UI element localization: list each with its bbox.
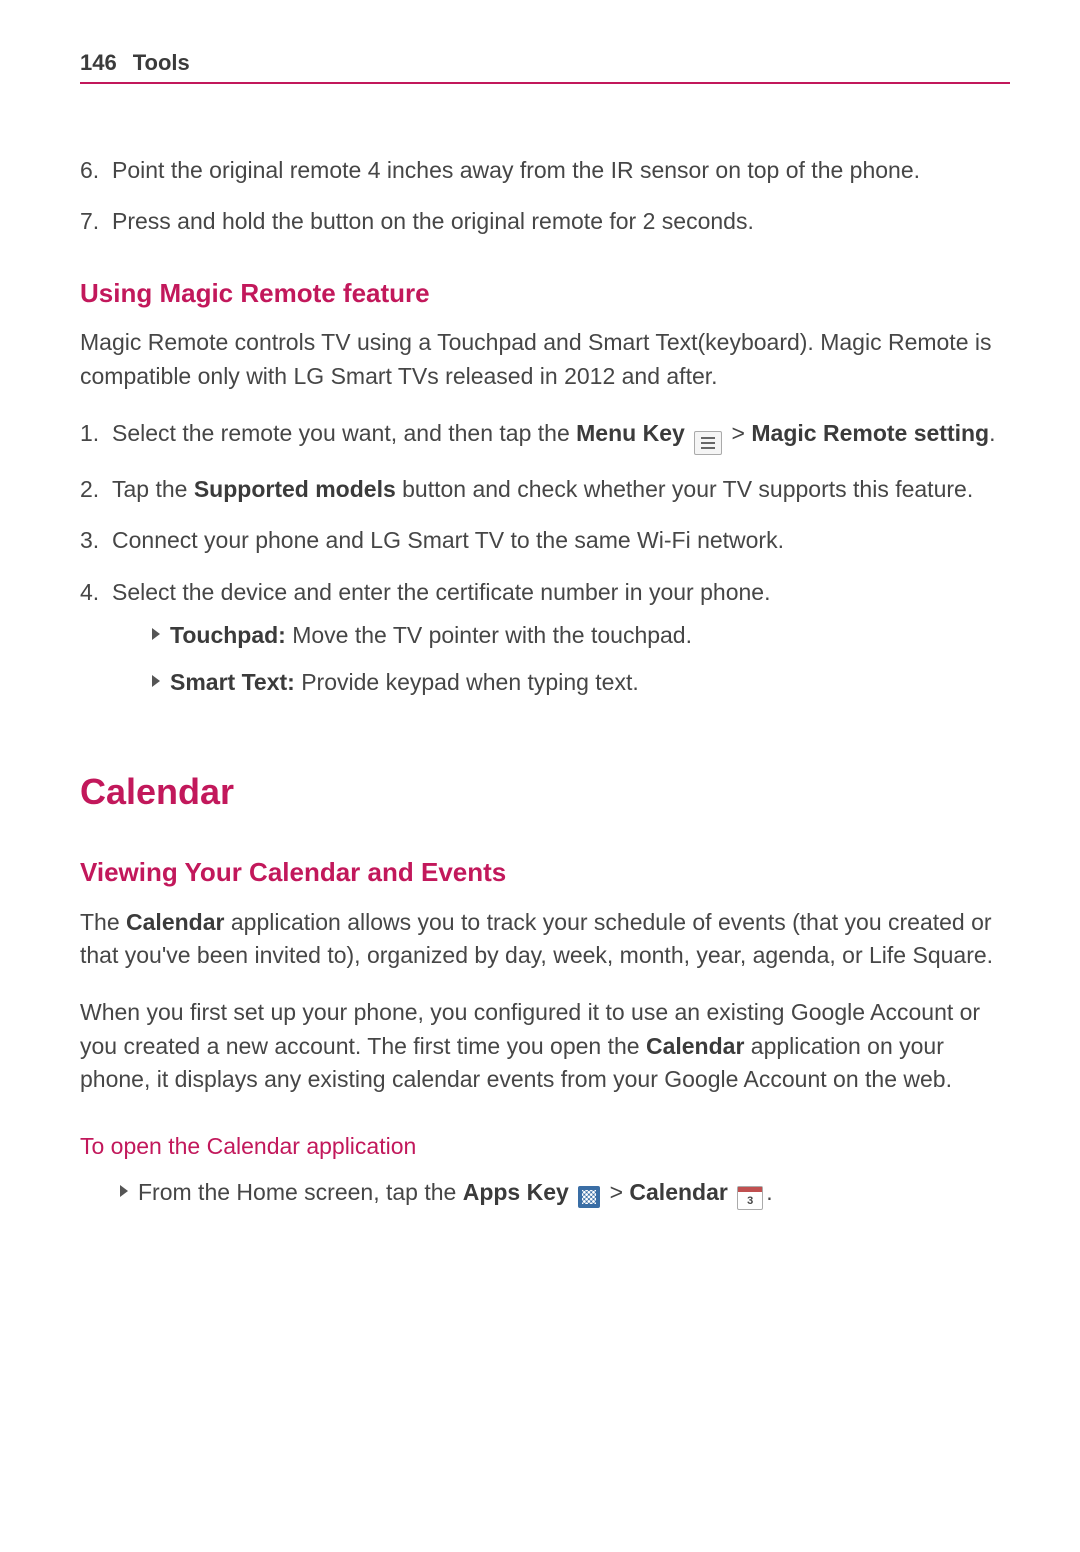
step-text: Connect your phone and LG Smart TV to th… [112, 524, 784, 557]
smart-text-label: Smart Text: [170, 669, 295, 695]
magic-step-3: 3. Connect your phone and LG Smart TV to… [80, 524, 1010, 557]
heading-open-calendar: To open the Calendar application [80, 1130, 1010, 1163]
step-number: 6. [80, 154, 112, 187]
page-number: 146 [80, 50, 117, 76]
menu-key-label: Menu Key [576, 420, 685, 446]
step-number: 4. [80, 576, 112, 714]
magic-intro: Magic Remote controls TV using a Touchpa… [80, 326, 1010, 393]
step-number: 3. [80, 524, 112, 557]
step-6: 6. Point the original remote 4 inches aw… [80, 154, 1010, 187]
supported-models-label: Supported models [194, 476, 396, 502]
magic-step-4: 4. Select the device and enter the certi… [80, 576, 1010, 714]
calendar-p2: When you first set up your phone, you co… [80, 996, 1010, 1096]
step-text: Select the device and enter the certific… [112, 576, 1010, 714]
magic-steps-list: 1. Select the remote you want, and then … [80, 417, 1010, 714]
magic-step-2: 2. Tap the Supported models button and c… [80, 473, 1010, 506]
calendar-p1: The Calendar application allows you to t… [80, 906, 1010, 973]
touchpad-label: Touchpad: [170, 622, 286, 648]
step-number: 2. [80, 473, 112, 506]
page-body: 6. Point the original remote 4 inches aw… [80, 154, 1010, 1210]
calendar-app-name: Calendar [646, 1033, 744, 1059]
apps-key-icon [578, 1186, 600, 1208]
open-calendar-step: From the Home screen, tap the Apps Key >… [120, 1176, 1010, 1210]
section-title: Tools [133, 50, 190, 76]
continued-steps-list: 6. Point the original remote 4 inches aw… [80, 154, 1010, 239]
triangle-bullet-icon [120, 1185, 128, 1197]
calendar-icon: 3 [737, 1186, 763, 1210]
open-calendar-steps: From the Home screen, tap the Apps Key >… [80, 1176, 1010, 1210]
step-text: Press and hold the button on the origina… [112, 205, 754, 238]
feature-bullets: Touchpad: Move the TV pointer with the t… [112, 619, 1010, 700]
triangle-bullet-icon [152, 628, 160, 640]
step-7: 7. Press and hold the button on the orig… [80, 205, 1010, 238]
step-text: Tap the Supported models button and chec… [112, 473, 973, 506]
bullet-smart-text: Smart Text: Provide keypad when typing t… [152, 666, 1010, 699]
page-header: 146 Tools [80, 50, 1010, 84]
step-number: 1. [80, 417, 112, 455]
apps-key-label: Apps Key [463, 1179, 569, 1205]
calendar-label: Calendar [629, 1179, 727, 1205]
menu-icon [694, 431, 722, 455]
magic-remote-setting-label: Magic Remote setting [751, 420, 989, 446]
heading-viewing-calendar: Viewing Your Calendar and Events [80, 854, 1010, 892]
manual-page: 146 Tools 6. Point the original remote 4… [0, 0, 1080, 1552]
heading-magic-remote: Using Magic Remote feature [80, 275, 1010, 313]
heading-calendar: Calendar [80, 766, 1010, 818]
calendar-app-name: Calendar [126, 909, 224, 935]
magic-step-1: 1. Select the remote you want, and then … [80, 417, 1010, 455]
step-text: Point the original remote 4 inches away … [112, 154, 920, 187]
step-number: 7. [80, 205, 112, 238]
triangle-bullet-icon [152, 675, 160, 687]
bullet-touchpad: Touchpad: Move the TV pointer with the t… [152, 619, 1010, 652]
step-text: Select the remote you want, and then tap… [112, 417, 996, 455]
